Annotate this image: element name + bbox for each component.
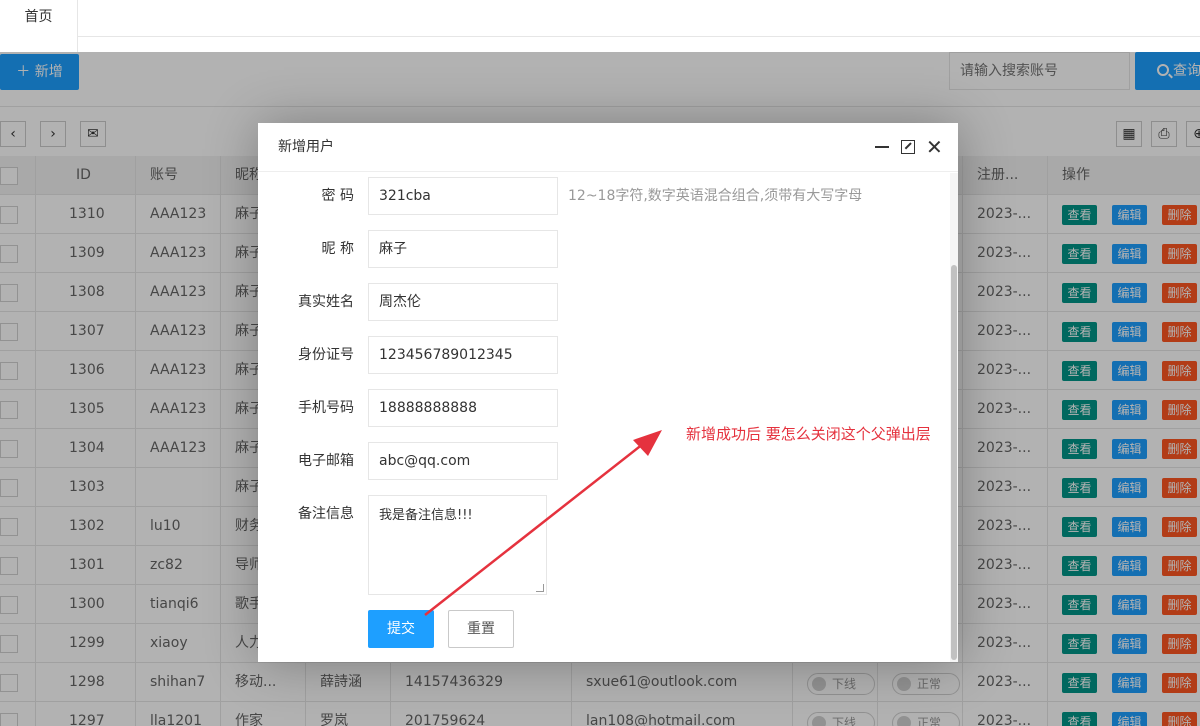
reset-button[interactable]: 重置 <box>448 610 514 648</box>
minimize-icon[interactable] <box>875 146 889 148</box>
idcard-field[interactable]: 123456789012345 <box>368 336 558 374</box>
annotation-text: 新增成功后 要怎么关闭这个父弹出层 <box>686 425 931 443</box>
add-user-dialog: 新增用户 ✕ 密 码 321cba 12~18字符,数字英语混合组合,须带有大写… <box>258 123 958 662</box>
email-field[interactable]: abc@qq.com <box>368 442 558 480</box>
dialog-scrollbar-thumb[interactable] <box>951 265 957 660</box>
remark-label: 备注信息 <box>298 506 354 522</box>
idcard-label: 身份证号 <box>298 347 354 363</box>
remark-textarea[interactable]: 我是备注信息!!! <box>368 495 547 595</box>
remark-value: 我是备注信息!!! <box>379 508 473 523</box>
submit-button[interactable]: 提交 <box>368 610 434 648</box>
phone-field[interactable]: 18888888888 <box>368 389 558 427</box>
password-hint: 12~18字符,数字英语混合组合,须带有大写字母 <box>568 188 863 204</box>
nickname-label: 昵 称 <box>321 241 354 257</box>
dialog-title: 新增用户 <box>278 139 334 155</box>
phone-label: 手机号码 <box>298 400 354 416</box>
nickname-field[interactable]: 麻子 <box>368 230 558 268</box>
resize-grip-icon[interactable] <box>536 584 544 592</box>
tab-bar: 首页 <box>0 0 1200 52</box>
realname-field[interactable]: 周杰伦 <box>368 283 558 321</box>
close-icon[interactable]: ✕ <box>926 137 943 157</box>
tab-divider <box>78 36 1200 37</box>
dialog-header: 新增用户 ✕ <box>258 123 958 172</box>
email-label: 电子邮箱 <box>298 453 354 469</box>
password-field[interactable]: 321cba <box>368 177 558 215</box>
maximize-icon[interactable] <box>901 140 915 154</box>
password-label: 密 码 <box>321 188 354 204</box>
dialog-body: 密 码 321cba 12~18字符,数字英语混合组合,须带有大写字母 昵 称 … <box>258 173 958 662</box>
tab-home[interactable]: 首页 <box>0 0 78 52</box>
realname-label: 真实姓名 <box>298 294 354 310</box>
